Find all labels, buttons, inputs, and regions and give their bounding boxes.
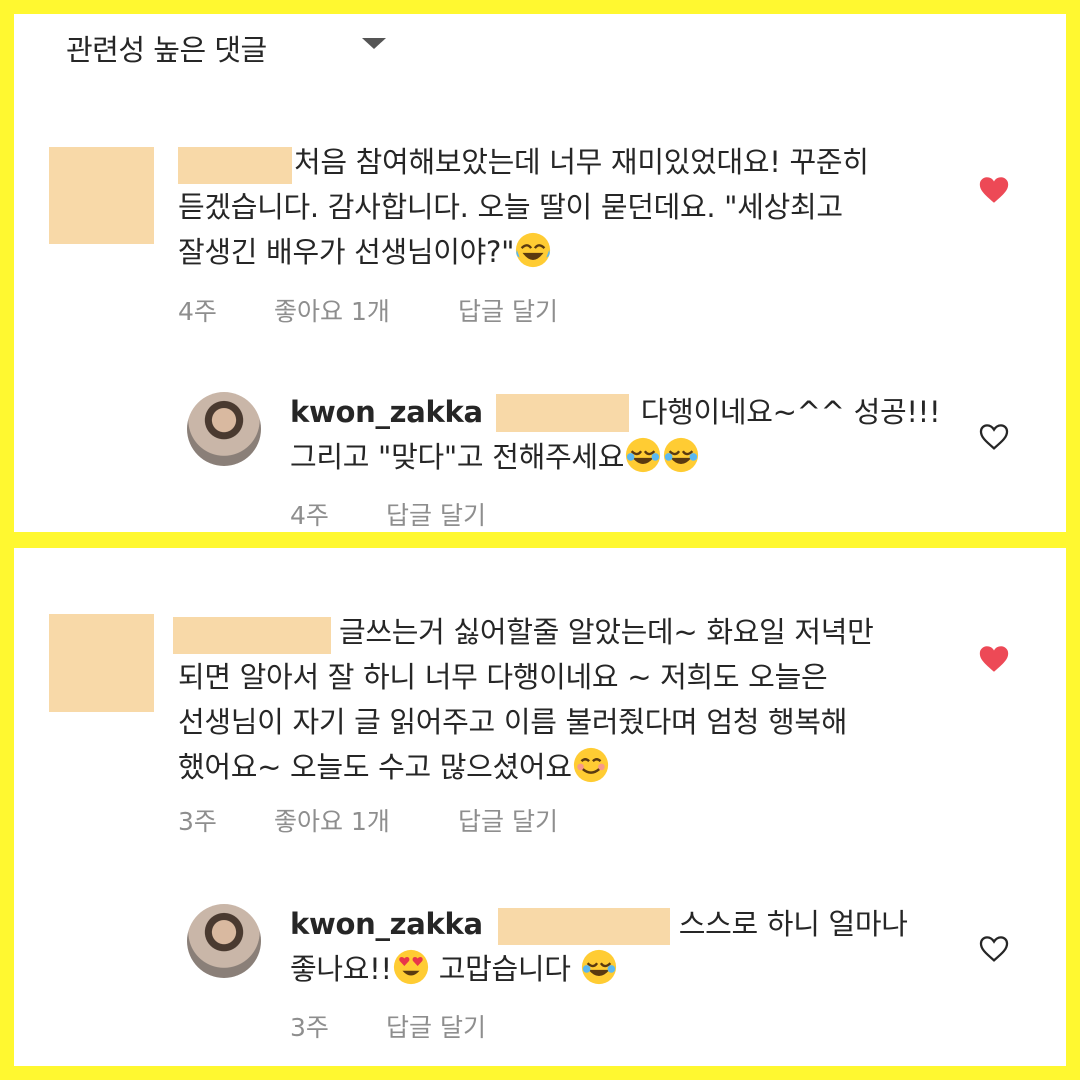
comment-text: 처음 참여해보았는데 너무 재미있었대요! 꾸준히 듣겠습니다. 감사합니다. … (178, 140, 869, 275)
reply-line: 스스로 하니 얼마나 (678, 907, 908, 941)
comment-time: 4주 (178, 297, 217, 326)
reply-line: 다행이네요~^^ 성공!!! (640, 395, 941, 429)
comment-line: 처음 참여해보았는데 너무 재미있었대요! 꾸준히 (294, 145, 869, 179)
comment-panel-2: 글쓰는거 싫어할줄 알았는데~ 화요일 저녁만 되면 알아서 잘 하니 너무 다… (14, 548, 1066, 1066)
heart-outline-icon[interactable] (977, 420, 1011, 454)
comment-text: 글쓰는거 싫어할줄 알았는데~ 화요일 저녁만 되면 알아서 잘 하니 너무 다… (178, 610, 874, 790)
reply-button[interactable]: 답글 달기 (458, 802, 558, 838)
comment-panel-1: 관련성 높은 댓글 처음 참여해보았는데 너무 재미있었대요! 꾸준히 듣겠습니… (14, 14, 1066, 532)
reply-time: 4주 (290, 501, 329, 530)
likes-count-button[interactable]: 좋아요 1개 (274, 292, 390, 328)
smiling-emoji-icon (573, 747, 608, 783)
heart-eyes-emoji-icon (393, 949, 428, 985)
sort-dropdown[interactable]: 관련성 높은 댓글 (66, 28, 267, 68)
comment-line: 글쓰는거 싫어할줄 알았는데~ 화요일 저녁만 (339, 615, 874, 649)
reply-time: 3주 (290, 1013, 329, 1042)
avatar[interactable] (187, 392, 261, 466)
comment-time: 3주 (178, 807, 217, 836)
avatar[interactable] (187, 904, 261, 978)
reply-button[interactable]: 답글 달기 (458, 292, 558, 328)
heart-filled-icon[interactable] (977, 642, 1011, 676)
likes-count-button[interactable]: 좋아요 1개 (274, 802, 390, 838)
reply-line: 그리고 "맞다"고 전해주세요 (290, 440, 625, 474)
reply-button[interactable]: 답글 달기 (386, 496, 486, 532)
laughing-tears-emoji-icon (581, 949, 616, 985)
comment-line: 했어요~ 오늘도 수고 많으셨어요 (178, 750, 572, 784)
avatar-redacted (49, 147, 154, 244)
comment-line: 잘생긴 배우가 선생님이야?" (178, 235, 515, 269)
comment-line: 듣겠습니다. 감사합니다. 오늘 딸이 묻던데요. "세상최고 (178, 190, 843, 224)
reply-username[interactable]: kwon_zakka (290, 395, 483, 429)
reply-line: 좋나요!! (290, 952, 392, 986)
reply-username[interactable]: kwon_zakka (290, 907, 483, 941)
comment-line: 되면 알아서 잘 하니 너무 다행이네요 ~ 저희도 오늘은 (178, 660, 828, 694)
avatar-redacted (49, 614, 154, 712)
laughing-tears-emoji-icon (664, 437, 699, 473)
comment-line: 선생님이 자기 글 읽어주고 이름 불러줬다며 엄청 행복해 (178, 705, 848, 739)
reply-button[interactable]: 답글 달기 (386, 1008, 486, 1044)
sort-label: 관련성 높은 댓글 (66, 33, 267, 67)
reply-text: kwon_zakka 다행이네요~^^ 성공!!! 그리고 "맞다"고 전해주세요 (290, 390, 941, 480)
reply-line: 고맙습니다 (438, 952, 571, 986)
heart-outline-icon[interactable] (977, 932, 1011, 966)
reply-text: kwon_zakka 스스로 하니 얼마나 좋나요!! 고맙습니다 (290, 902, 908, 992)
laughing-tears-emoji-icon (626, 437, 661, 473)
caret-down-icon[interactable] (362, 38, 386, 49)
laughing-tears-emoji-icon (516, 232, 551, 268)
heart-filled-icon[interactable] (977, 173, 1011, 207)
